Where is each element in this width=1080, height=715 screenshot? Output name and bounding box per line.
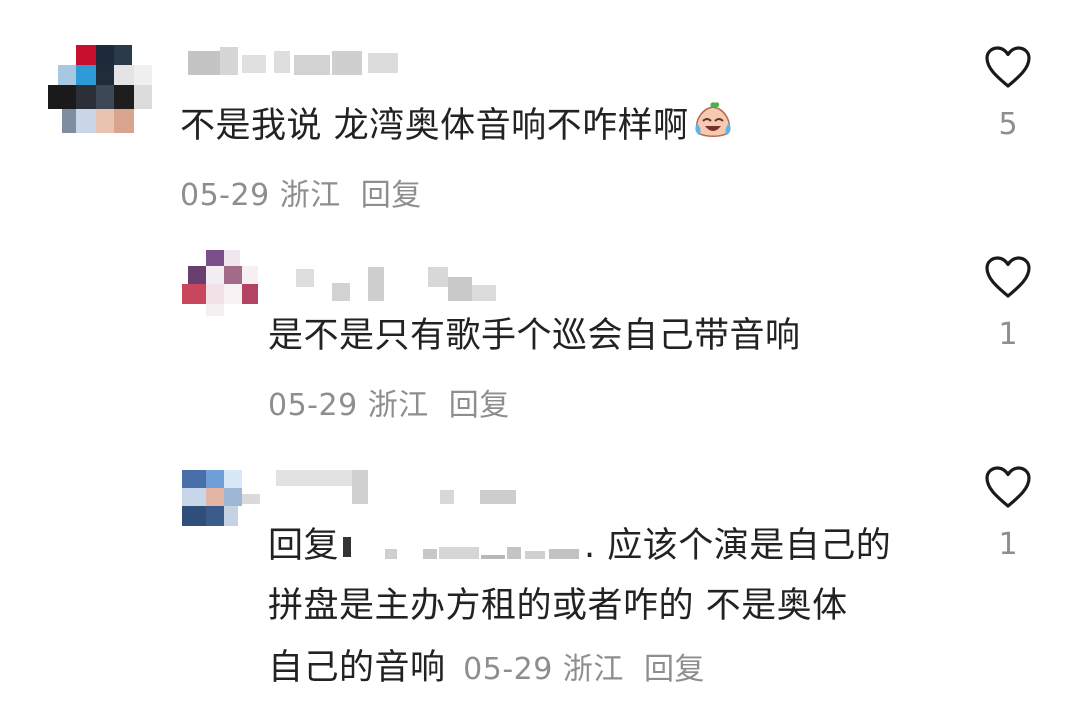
heart-icon: [985, 466, 1031, 508]
avatar[interactable]: [182, 250, 260, 316]
comment-location: 浙江: [279, 178, 341, 213]
crying-laughing-peach-emoji: [691, 100, 735, 140]
like-count: 1: [998, 317, 1018, 352]
comment-location: 浙江: [562, 652, 624, 687]
like-button[interactable]: 1: [980, 255, 1036, 352]
mentioned-username-redacted[interactable]: [339, 527, 584, 567]
like-count: 1: [998, 527, 1018, 562]
heart-icon: [985, 46, 1031, 88]
reply-button[interactable]: 回复: [644, 652, 705, 687]
reply-button[interactable]: 回复: [361, 178, 422, 213]
comment-text: 不是我说 龙湾奥体音响不咋样啊: [180, 96, 735, 156]
heart-icon: [985, 256, 1031, 298]
comment-meta: 05-29 浙江 回复: [268, 380, 510, 424]
reply-prefix: 回复: [268, 526, 340, 566]
comment-meta: 05-29 浙江 回复: [463, 652, 705, 687]
like-button[interactable]: 5: [980, 45, 1036, 142]
comment-text: 是不是只有歌手个巡会自己带音响: [268, 316, 801, 356]
like-count: 5: [998, 107, 1018, 142]
comment-date: 05-29: [463, 652, 553, 687]
avatar[interactable]: [48, 45, 152, 137]
comment-meta: 05-29 浙江 回复: [180, 170, 422, 214]
comment-location: 浙江: [367, 388, 429, 423]
reply-button[interactable]: 回复: [449, 388, 510, 423]
comment-text-line2: 拼盘是主办方租的或者咋的 不是奥体: [268, 586, 848, 626]
username-redacted[interactable]: [276, 470, 526, 510]
like-button[interactable]: 1: [980, 465, 1036, 562]
username-redacted[interactable]: [296, 265, 506, 305]
username-redacted[interactable]: [182, 47, 412, 79]
avatar[interactable]: [182, 470, 262, 526]
comment-date: 05-29: [268, 388, 358, 423]
comment-text: 回复 . 应该个演是自己的: [268, 526, 892, 567]
comment-date: 05-29: [180, 178, 270, 213]
comment-text-line3: 自己的音响 05-29 浙江 回复: [268, 648, 705, 688]
